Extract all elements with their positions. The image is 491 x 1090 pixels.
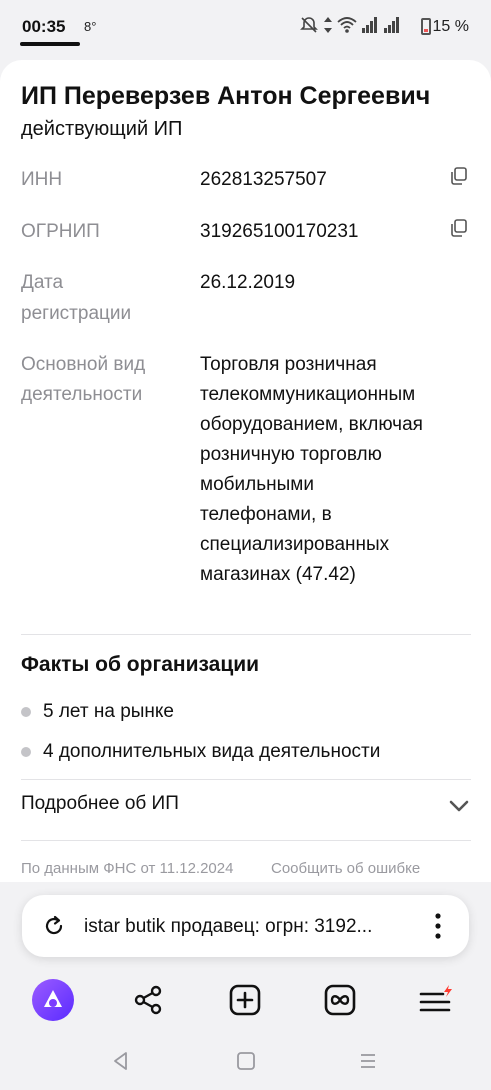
- activity-line: телефонами, в: [200, 504, 332, 525]
- tabs-button[interactable]: [318, 978, 362, 1022]
- fact-text: 5 лет на рынке: [43, 701, 174, 722]
- status-temperature: 8°: [84, 19, 97, 34]
- company-card: ИП Переверзев Антон Сергеевич действующи…: [0, 60, 491, 882]
- divider: [21, 779, 471, 780]
- copy-ogrnip-icon[interactable]: [449, 218, 469, 238]
- copy-inn-icon[interactable]: [449, 166, 469, 186]
- activity-line: мобильными: [200, 474, 314, 495]
- back-icon[interactable]: [110, 1050, 132, 1072]
- divider: [21, 634, 471, 635]
- more-details-toggle[interactable]: Подробнее об ИП: [21, 793, 179, 815]
- reg-label-line1: Дата: [21, 272, 64, 293]
- search-bar[interactable]: istar butik продавец: огрн: 3192...: [22, 895, 469, 957]
- status-time: 00:35: [22, 17, 66, 36]
- status-icons: [299, 14, 401, 36]
- fact-item: 4 дополнительных вида деятельности: [21, 741, 380, 763]
- share-icon: [134, 985, 162, 1015]
- search-query[interactable]: istar butik продавец: огрн: 3192...: [84, 916, 424, 938]
- alice-button[interactable]: [31, 978, 75, 1022]
- menu-notification-icon: [419, 985, 452, 1012]
- share-button[interactable]: [126, 978, 170, 1022]
- more-vert-icon[interactable]: [434, 912, 442, 940]
- activity-line: оборудованием, включая: [200, 414, 423, 435]
- data-arrows-icon: [324, 17, 332, 33]
- status-indicator: [20, 42, 80, 46]
- signal-icon-2: [384, 17, 399, 33]
- signal-icon: [362, 17, 377, 33]
- menu-button[interactable]: [413, 978, 457, 1022]
- divider: [21, 840, 471, 841]
- activity-line: розничную торговлю: [200, 444, 382, 465]
- inn-value[interactable]: 262813257507: [200, 165, 327, 195]
- infinity-square-icon: [324, 984, 356, 1016]
- browser-toolbar: [0, 970, 491, 1026]
- chevron-down-icon[interactable]: [448, 798, 470, 814]
- inn-label: ИНН: [21, 169, 63, 190]
- home-icon[interactable]: [235, 1050, 257, 1072]
- activity-line: специализированных: [200, 534, 390, 555]
- battery-percent: 15 %: [432, 18, 469, 35]
- facts-title: Факты об организации: [21, 653, 260, 676]
- mute-icon: [300, 17, 318, 33]
- system-navigation: [0, 1030, 491, 1090]
- wifi-icon: [337, 17, 357, 33]
- company-status: действующий ИП: [21, 118, 183, 140]
- ogrnip-label: ОГРНИП: [21, 221, 100, 242]
- battery-icon: [421, 18, 431, 35]
- data-source: По данным ФНС от 11.12.2024: [21, 860, 234, 877]
- activity-line: Торговля розничная: [200, 354, 377, 375]
- activity-line: магазинах (47.42): [200, 564, 356, 585]
- bullet-icon: [21, 747, 31, 757]
- new-tab-button[interactable]: [223, 978, 267, 1022]
- company-name: ИП Переверзев Антон Сергеевич: [21, 82, 431, 110]
- reg-value: 26.12.2019: [200, 272, 296, 293]
- fact-text: 4 дополнительных вида деятельности: [43, 741, 381, 762]
- recents-icon[interactable]: [357, 1050, 379, 1072]
- add-square-icon: [229, 984, 261, 1016]
- bullet-icon: [21, 707, 31, 717]
- reg-label-line2: регистрации: [21, 303, 132, 324]
- fact-item: 5 лет на рынке: [21, 701, 174, 723]
- reload-icon[interactable]: [42, 914, 66, 938]
- ogrnip-value[interactable]: 319265100170231: [200, 217, 359, 247]
- report-error-link[interactable]: Сообщить об ошибке: [271, 860, 420, 877]
- alice-icon: [32, 979, 74, 1021]
- activity-label-line1: Основной вид: [21, 354, 146, 375]
- activity-line: телекоммуникационным: [200, 384, 416, 405]
- activity-label-line2: деятельности: [21, 384, 143, 405]
- status-bar: 00:35 8° 15 %: [0, 0, 491, 48]
